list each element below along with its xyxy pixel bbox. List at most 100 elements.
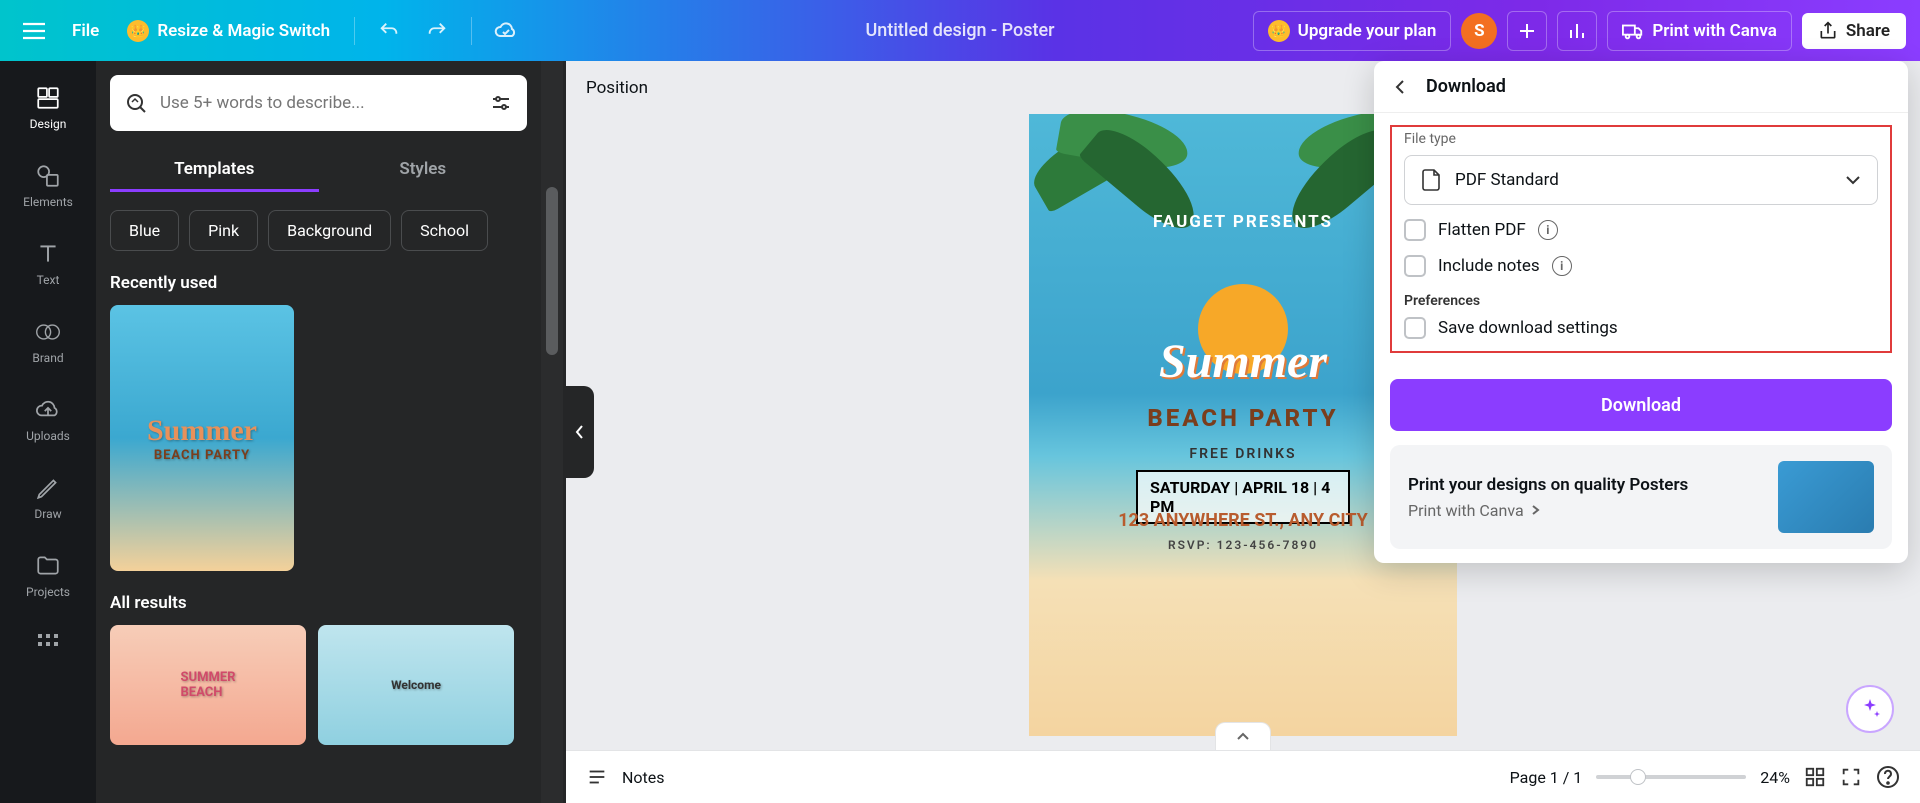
notes-icon — [586, 766, 608, 788]
print-label: Print with Canva — [1652, 21, 1777, 41]
search-icon — [124, 91, 148, 115]
upgrade-label: Upgrade your plan — [1298, 21, 1437, 41]
sidebar-item-label: Brand — [32, 351, 63, 365]
sidebar-item-design[interactable]: Design — [0, 69, 96, 147]
cloud-upload-icon — [35, 397, 61, 423]
chevron-right-icon — [1530, 504, 1540, 516]
notes-button[interactable]: Notes — [622, 768, 665, 787]
recently-used-heading: Recently used — [110, 273, 527, 293]
share-button[interactable]: Share — [1802, 13, 1906, 49]
chip-blue[interactable]: Blue — [110, 210, 179, 251]
chip-school[interactable]: School — [401, 210, 488, 251]
add-member-icon[interactable] — [1507, 11, 1547, 51]
zoom-thumb[interactable] — [1630, 769, 1646, 785]
info-icon[interactable]: i — [1538, 220, 1558, 240]
search-input[interactable] — [160, 93, 477, 113]
help-icon[interactable] — [1876, 765, 1900, 789]
magic-fab[interactable] — [1846, 685, 1894, 733]
cloud-sync-icon[interactable] — [486, 11, 526, 51]
checkbox[interactable] — [1404, 317, 1426, 339]
print-card-subtitle: Print with Canva — [1408, 501, 1764, 520]
panel-collapse-button[interactable] — [566, 386, 594, 478]
upgrade-button[interactable]: 👑 Upgrade your plan — [1253, 11, 1452, 51]
template-thumbnail[interactable]: SUMMERBEACH — [110, 625, 306, 745]
apps-grid-icon — [35, 631, 61, 657]
document-icon — [1421, 168, 1441, 192]
divider — [354, 17, 355, 45]
template-thumbnail[interactable]: Welcome — [318, 625, 514, 745]
download-title: Download — [1426, 76, 1506, 97]
checkbox[interactable] — [1404, 219, 1426, 241]
chevron-up-icon — [1236, 732, 1250, 742]
print-card-image — [1778, 461, 1874, 533]
flatten-pdf-row[interactable]: Flatten PDF i — [1404, 219, 1878, 241]
print-promo-card[interactable]: Print your designs on quality Posters Pr… — [1390, 445, 1892, 549]
download-button[interactable]: Download — [1390, 379, 1892, 431]
vertical-sidebar: Design Elements Text Brand Uploads Draw … — [0, 61, 96, 803]
grid-icon — [35, 85, 61, 111]
sidebar-item-text[interactable]: Text — [0, 225, 96, 303]
save-settings-row[interactable]: Save download settings — [1404, 317, 1878, 339]
chevron-left-icon — [575, 424, 585, 440]
panel-tabs: Templates Styles — [110, 149, 527, 192]
chip-pink[interactable]: Pink — [189, 210, 258, 251]
chevron-down-icon — [1845, 174, 1861, 186]
resize-magic-button[interactable]: 👑 Resize & Magic Switch — [117, 14, 340, 48]
file-type-label: File type — [1404, 131, 1878, 147]
divider — [471, 17, 472, 45]
sidebar-item-projects[interactable]: Projects — [0, 537, 96, 615]
file-type-select[interactable]: PDF Standard — [1404, 155, 1878, 205]
checkbox[interactable] — [1404, 255, 1426, 277]
position-button[interactable]: Position — [586, 78, 648, 98]
avatar[interactable]: S — [1461, 13, 1497, 49]
chip-background[interactable]: Background — [268, 210, 391, 251]
sidebar-item-label: Uploads — [26, 429, 70, 443]
design-panel: Templates Styles Blue Pink Background Sc… — [96, 61, 566, 803]
document-title[interactable]: Untitled design - Poster — [866, 20, 1055, 41]
folder-icon — [35, 553, 61, 579]
all-results-heading: All results — [110, 593, 527, 613]
sidebar-item-label: Design — [30, 117, 67, 131]
settings-sliders-icon[interactable] — [489, 91, 513, 115]
resize-label: Resize & Magic Switch — [157, 21, 330, 41]
sidebar-item-apps[interactable] — [0, 615, 96, 673]
info-icon[interactable]: i — [1552, 256, 1572, 276]
fullscreen-icon[interactable] — [1840, 766, 1862, 788]
print-with-canva-button[interactable]: Print with Canva — [1607, 11, 1792, 51]
undo-icon[interactable] — [369, 11, 409, 51]
zoom-value[interactable]: 24% — [1760, 768, 1790, 787]
panel-scrollbar[interactable] — [541, 61, 563, 803]
sidebar-item-uploads[interactable]: Uploads — [0, 381, 96, 459]
sidebar-item-brand[interactable]: Brand — [0, 303, 96, 381]
template-thumbnail[interactable]: Summer BEACH PARTY — [110, 305, 294, 571]
preferences-label: Preferences — [1404, 293, 1878, 309]
sidebar-item-label: Draw — [34, 507, 61, 521]
file-button[interactable]: File — [62, 15, 109, 47]
download-panel: Download File type PDF Standard Flatten … — [1374, 61, 1908, 563]
zoom-slider[interactable] — [1596, 775, 1746, 779]
page-up-button[interactable] — [1215, 722, 1271, 750]
sparkle-icon — [1858, 697, 1882, 721]
back-icon[interactable] — [1392, 79, 1408, 95]
include-notes-row[interactable]: Include notes i — [1404, 255, 1878, 277]
top-bar-right: 👑 Upgrade your plan S Print with Canva S… — [1253, 11, 1906, 51]
include-notes-label: Include notes — [1438, 256, 1540, 276]
crown-icon: 👑 — [127, 20, 149, 42]
tab-styles[interactable]: Styles — [319, 149, 528, 192]
menu-icon[interactable] — [14, 11, 54, 51]
redo-icon[interactable] — [417, 11, 457, 51]
scrollbar-thumb[interactable] — [546, 187, 558, 355]
sidebar-item-label: Projects — [26, 585, 70, 599]
truck-icon — [1622, 20, 1644, 42]
page-indicator[interactable]: Page 1 / 1 — [1510, 768, 1583, 787]
tab-templates[interactable]: Templates — [110, 149, 319, 192]
share-icon — [1818, 21, 1838, 41]
top-bar: File 👑 Resize & Magic Switch Untitled de… — [0, 0, 1920, 61]
canvas-bottom-bar: Notes Page 1 / 1 24% — [566, 750, 1920, 803]
insights-icon[interactable] — [1557, 11, 1597, 51]
flatten-label: Flatten PDF — [1438, 220, 1526, 240]
sidebar-item-draw[interactable]: Draw — [0, 459, 96, 537]
grid-view-icon[interactable] — [1804, 766, 1826, 788]
sidebar-item-elements[interactable]: Elements — [0, 147, 96, 225]
search-box — [110, 75, 527, 131]
